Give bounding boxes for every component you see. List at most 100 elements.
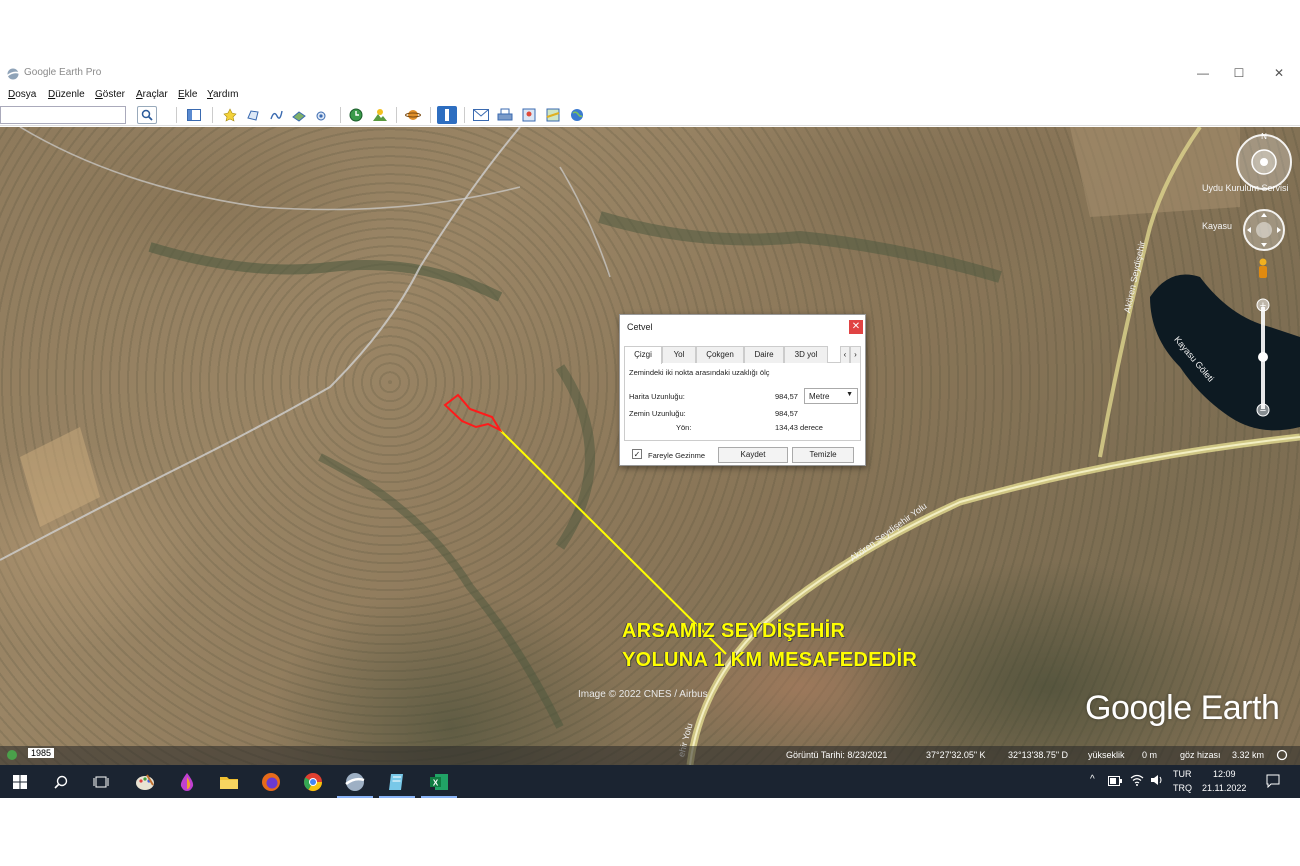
menu-ekle[interactable]: Ekle xyxy=(178,89,197,100)
excel-icon: X xyxy=(430,774,448,790)
minimize-button[interactable]: — xyxy=(1188,66,1218,80)
close-window-button[interactable]: ✕ xyxy=(1264,66,1294,80)
elevation-value: 0 m xyxy=(1142,750,1158,760)
clock-date[interactable]: 21.11.2022 xyxy=(1202,783,1246,793)
zoom-slider[interactable]: + − xyxy=(1256,298,1270,417)
screen: Google Earth Pro — ☐ ✕ Dosya Düzenle Gös… xyxy=(0,0,1300,866)
taskbar-file-explorer[interactable] xyxy=(217,770,241,794)
ruler-button[interactable] xyxy=(437,106,457,124)
email-button[interactable] xyxy=(471,106,491,124)
taskbar-google-earth[interactable] xyxy=(343,770,367,794)
taskbar-notes-app[interactable] xyxy=(385,770,409,794)
title-bar: Google Earth Pro — ☐ ✕ xyxy=(0,62,1300,86)
map-length-label: Harita Uzunluğu: xyxy=(629,392,685,401)
tab-cokgen[interactable]: Çokgen xyxy=(696,346,744,363)
tray-expand-chevron-icon[interactable]: ^ xyxy=(1090,774,1095,785)
print-button[interactable] xyxy=(495,106,515,124)
svg-text:+: + xyxy=(1260,300,1266,312)
toolbar xyxy=(0,104,1300,126)
tab-yol[interactable]: Yol xyxy=(662,346,696,363)
streaming-indicator-icon xyxy=(1276,749,1288,761)
search-icon xyxy=(54,775,68,789)
taskbar-paint-app[interactable] xyxy=(133,770,157,794)
tabs-scroll-left[interactable]: ‹ xyxy=(840,346,850,363)
wifi-icon[interactable] xyxy=(1130,774,1144,786)
move-joystick[interactable] xyxy=(1243,209,1285,251)
save-image-icon xyxy=(522,108,536,122)
tab-daire[interactable]: Daire xyxy=(744,346,784,363)
add-overlay-button[interactable] xyxy=(289,106,309,124)
ground-length-label: Zemin Uzunluğu: xyxy=(629,409,686,418)
dialog-title: Cetvel xyxy=(627,322,653,332)
start-button[interactable] xyxy=(8,770,32,794)
google-earth-icon xyxy=(345,773,365,791)
unit-select[interactable]: Metre ▼ xyxy=(804,388,858,404)
clear-button[interactable]: Temizle xyxy=(792,447,854,463)
image-overlay-icon xyxy=(292,111,306,122)
taskbar-firefox[interactable] xyxy=(259,770,283,794)
switch-planet-button[interactable] xyxy=(403,106,423,124)
taskbar-paint3d-app[interactable] xyxy=(175,770,199,794)
heading-label: Yön: xyxy=(676,423,692,432)
magnifier-icon xyxy=(141,109,153,121)
sunlight-button[interactable] xyxy=(370,106,390,124)
record-tour-button[interactable] xyxy=(312,106,332,124)
language-top[interactable]: TUR xyxy=(1173,769,1192,779)
dialog-close-button[interactable]: ✕ xyxy=(849,320,863,334)
windows-logo-icon xyxy=(13,775,27,789)
notifications-icon[interactable] xyxy=(1266,774,1280,788)
north-icon[interactable]: N xyxy=(1261,132,1267,141)
battery-icon[interactable] xyxy=(1108,776,1122,786)
look-joystick[interactable] xyxy=(1236,134,1292,190)
task-view-button[interactable] xyxy=(89,770,113,794)
polygon-icon xyxy=(247,110,259,121)
elevation-label: yükseklik xyxy=(1088,750,1125,760)
menu-duzenle[interactable]: Düzenle xyxy=(48,89,85,100)
sun-icon xyxy=(373,109,387,121)
tabs-scroll-right[interactable]: › xyxy=(850,346,861,363)
save-image-button[interactable] xyxy=(519,106,539,124)
sidebar-icon xyxy=(187,109,201,121)
language-bottom[interactable]: TRQ xyxy=(1173,783,1192,793)
tab-3d-yol[interactable]: 3D yol xyxy=(784,346,828,363)
sidebar-toggle-button[interactable] xyxy=(184,106,204,124)
svg-text:−: − xyxy=(1260,405,1266,417)
map-length-value: 984,57 xyxy=(775,392,798,401)
view-in-maps-button[interactable] xyxy=(543,106,563,124)
menu-dosya[interactable]: Dosya xyxy=(8,89,36,100)
mouse-nav-checkbox[interactable]: ✓ xyxy=(632,449,642,459)
tab-cizgi[interactable]: Çizgi xyxy=(624,346,662,364)
printer-icon xyxy=(497,108,513,121)
dialog-tabs: Çizgi Yol Çokgen Daire 3D yol ‹ › xyxy=(624,343,861,364)
ground-length-value: 984,57 xyxy=(775,409,798,418)
historical-clock-icon[interactable] xyxy=(6,749,18,761)
chevron-down-icon: ▼ xyxy=(846,391,853,398)
path-icon xyxy=(270,110,283,120)
taskbar-chrome[interactable] xyxy=(301,770,325,794)
add-polygon-button[interactable] xyxy=(243,106,263,124)
add-placemark-button[interactable] xyxy=(220,106,240,124)
timeline-year[interactable]: 1985 xyxy=(28,748,55,758)
maximize-button[interactable]: ☐ xyxy=(1224,66,1254,80)
volume-icon[interactable] xyxy=(1150,774,1164,786)
street-view-pegman-icon[interactable] xyxy=(1259,258,1267,279)
save-button[interactable]: Kaydet xyxy=(718,447,788,463)
google-earth-app-icon xyxy=(6,68,20,80)
earth-view-button[interactable] xyxy=(567,106,587,124)
menu-goster[interactable]: Göster xyxy=(95,89,125,100)
ruler-dialog: Cetvel ✕ Çizgi Yol Çokgen Daire 3D yol ‹… xyxy=(619,314,866,466)
taskbar-excel[interactable]: X xyxy=(427,770,451,794)
taskbar-search-button[interactable] xyxy=(49,770,73,794)
map-icon xyxy=(546,108,560,122)
historical-imagery-button[interactable] xyxy=(346,106,366,124)
menu-araclar[interactable]: Araçlar xyxy=(136,89,168,100)
clock-time[interactable]: 12:09 xyxy=(1213,769,1236,779)
search-input[interactable] xyxy=(0,106,126,124)
search-button[interactable] xyxy=(137,106,157,124)
svg-text:X: X xyxy=(433,779,439,788)
add-path-button[interactable] xyxy=(266,106,286,124)
paint3d-drop-icon xyxy=(180,773,194,791)
status-bar: 1985 Görüntü Tarihi: 8/23/2021 37°27'32.… xyxy=(0,746,1300,765)
firefox-icon xyxy=(262,773,280,791)
menu-yardim[interactable]: Yardım xyxy=(207,89,239,100)
